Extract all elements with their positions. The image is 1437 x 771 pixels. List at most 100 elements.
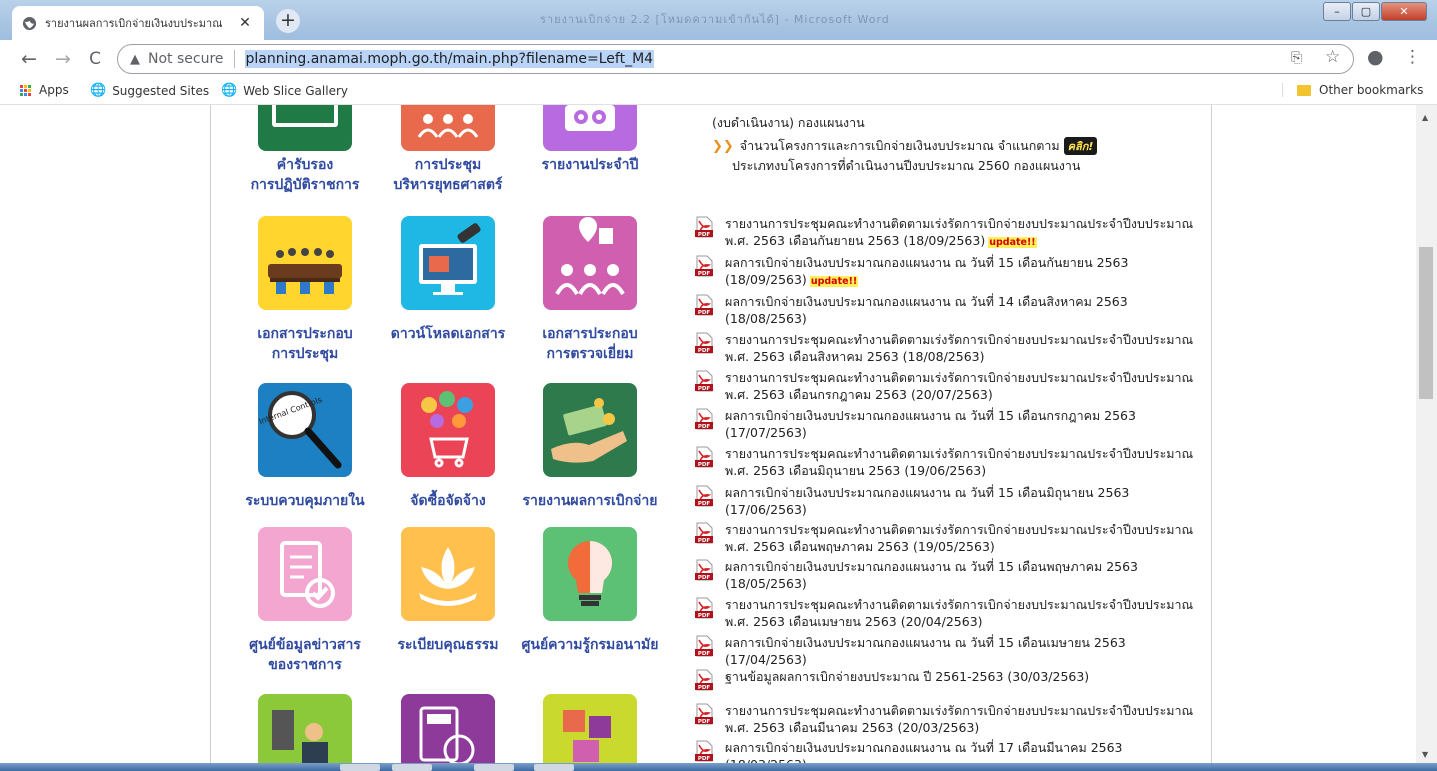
document-link[interactable]: ผลการเบิกจ่ายเงินงบประมาณกองแผนงาน ณ วัน… bbox=[725, 484, 1205, 518]
tile-information-center-label[interactable]: ศูนย์ข้อมูลข่าวสาร ของราชการ bbox=[230, 635, 380, 675]
bookmark-suggested-sites[interactable]: 🌐 Suggested Sites bbox=[90, 83, 209, 98]
document-date[interactable]: พ.ศ. 2563 เดือนกรกฎาคม 2563 (20/07/2563) bbox=[725, 387, 993, 402]
document-subline[interactable]: พ.ศ. 2563 เดือนมีนาคม 2563 (20/03/2563) bbox=[725, 719, 1205, 736]
pdf-icon[interactable]: PDF bbox=[694, 485, 714, 507]
document-date[interactable]: พ.ศ. 2563 เดือนสิงหาคม 2563 (18/08/2563) bbox=[725, 349, 984, 364]
tile-internal-control-label[interactable]: ระบบควบคุมภายใน bbox=[230, 491, 380, 511]
url-text[interactable]: planning.anamai.moph.go.th/main.php?file… bbox=[244, 50, 655, 68]
tile-knowledge-center[interactable] bbox=[543, 527, 637, 621]
security-label[interactable]: Not secure bbox=[148, 51, 224, 67]
document-date[interactable]: (18/08/2563) bbox=[725, 311, 807, 326]
document-title[interactable]: รายงานการประชุมคณะทำงานติดตามเร่งรัดการเ… bbox=[725, 702, 1205, 719]
document-link[interactable]: รายงานการประชุมคณะทำงานติดตามเร่งรัดการเ… bbox=[725, 331, 1205, 365]
document-title[interactable]: รายงานการประชุมคณะทำงานติดตามเร่งรัดการเ… bbox=[725, 331, 1205, 348]
back-button[interactable]: ← bbox=[18, 48, 40, 70]
taskbar-item[interactable] bbox=[534, 764, 574, 771]
warning-icon[interactable]: ▲ bbox=[130, 52, 140, 67]
document-subline[interactable]: พ.ศ. 2563 เดือนสิงหาคม 2563 (18/08/2563) bbox=[725, 348, 1205, 365]
document-link[interactable]: ผลการเบิกจ่ายเงินงบประมาณกองแผนงาน ณ วัน… bbox=[725, 634, 1205, 668]
tile-download-documents[interactable] bbox=[401, 216, 495, 310]
document-date[interactable]: (18/09/2563) bbox=[725, 272, 807, 287]
document-date[interactable]: พ.ศ. 2563 เดือนมีนาคม 2563 (20/03/2563) bbox=[725, 720, 979, 735]
tile-download-documents-label[interactable]: ดาวน์โหลดเอกสาร bbox=[373, 324, 523, 344]
document-subline[interactable]: พ.ศ. 2563 เดือนมิถุนายน 2563 (19/06/2563… bbox=[725, 462, 1205, 479]
tile-internal-control[interactable]: Internal Controls bbox=[258, 383, 352, 477]
document-date[interactable]: (18/05/2563) bbox=[725, 576, 807, 591]
tile-strategy-meeting[interactable] bbox=[401, 105, 495, 151]
document-date[interactable]: พ.ศ. 2563 เดือนพฤษภาคม 2563 (19/05/2563) bbox=[725, 539, 995, 554]
tile-ethics[interactable] bbox=[401, 527, 495, 621]
reload-button[interactable]: C bbox=[84, 48, 106, 70]
tab-active[interactable]: รายงานผลการเบิกจ่ายเงินงบประมาณ : ✕ bbox=[12, 6, 264, 40]
pdf-icon[interactable]: PDF bbox=[694, 559, 714, 581]
document-title[interactable]: ผลการเบิกจ่ายเงินงบประมาณกองแผนงาน ณ วัน… bbox=[725, 293, 1205, 310]
document-date[interactable]: พ.ศ. 2563 เดือนกันยายน 2563 (18/09/2563) bbox=[725, 233, 985, 248]
pdf-icon[interactable]: PDF bbox=[694, 446, 714, 468]
document-date[interactable]: พ.ศ. 2563 เดือนเมษายน 2563 (20/04/2563) bbox=[725, 614, 983, 629]
tile-procurement[interactable] bbox=[401, 383, 495, 477]
pdf-icon[interactable]: PDF bbox=[694, 370, 714, 392]
document-link[interactable]: ผลการเบิกจ่ายเงินงบประมาณกองแผนงาน ณ วัน… bbox=[725, 293, 1205, 327]
document-subline[interactable]: (17/04/2563) bbox=[725, 651, 1205, 668]
document-title[interactable]: ฐานข้อมูลผลการเบิกจ่ายงบประมาณ ปี 2561-2… bbox=[725, 668, 1205, 685]
tile-annual-report-label[interactable]: รายงานประจำปี bbox=[515, 155, 665, 175]
document-title[interactable]: รายงานการประชุมคณะทำงานติดตามเร่งรัดการเ… bbox=[725, 369, 1205, 386]
pdf-icon[interactable]: PDF bbox=[694, 597, 714, 619]
scroll-thumb[interactable] bbox=[1419, 247, 1433, 399]
tile-meeting-documents[interactable] bbox=[258, 216, 352, 310]
document-date[interactable]: (17/06/2563) bbox=[725, 502, 807, 517]
bookmark-web-slice-gallery[interactable]: 🌐 Web Slice Gallery bbox=[221, 83, 348, 98]
document-title[interactable]: ผลการเบิกจ่ายเงินงบประมาณกองแผนงาน ณ วัน… bbox=[725, 484, 1205, 501]
tile-performance-agreement-label[interactable]: คำรับรอง การปฏิบัติราชการ bbox=[230, 155, 380, 195]
document-link[interactable]: รายงานการประชุมคณะทำงานติดตามเร่งรัดการเ… bbox=[725, 215, 1205, 251]
document-title[interactable]: ผลการเบิกจ่ายเงินงบประมาณกองแผนงาน ณ วัน… bbox=[725, 407, 1205, 424]
tile-performance-agreement[interactable] bbox=[258, 105, 352, 151]
document-link[interactable]: ฐานข้อมูลผลการเบิกจ่ายงบประมาณ ปี 2561-2… bbox=[725, 668, 1205, 685]
pdf-icon[interactable]: PDF bbox=[694, 669, 714, 691]
tile-disbursement-report-label[interactable]: รายงานผลการเบิกจ่าย bbox=[509, 491, 671, 511]
document-link[interactable]: รายงานการประชุมคณะทำงานติดตามเร่งรัดการเ… bbox=[725, 369, 1205, 403]
document-subline[interactable]: (18/09/2563) update!! bbox=[725, 271, 1205, 290]
taskbar-item[interactable] bbox=[474, 764, 514, 771]
taskbar-item[interactable] bbox=[392, 764, 432, 771]
tile-knowledge-center-label[interactable]: ศูนย์ความรู้กรมอนามัย bbox=[509, 635, 671, 655]
document-title[interactable]: รายงานการประชุมคณะทำงานติดตามเร่งรัดการเ… bbox=[725, 445, 1205, 462]
document-subline[interactable]: (18/03/2563) bbox=[725, 756, 1205, 763]
tab-close-icon[interactable]: ✕ bbox=[236, 15, 254, 31]
document-subline[interactable]: (18/05/2563) bbox=[725, 575, 1205, 592]
document-link[interactable]: ผลการเบิกจ่ายเงินงบประมาณกองแผนงาน ณ วัน… bbox=[725, 254, 1205, 290]
document-subline[interactable]: (17/06/2563) bbox=[725, 501, 1205, 518]
scroll-down-icon[interactable]: ▼ bbox=[1422, 750, 1428, 759]
tile-teamwork[interactable] bbox=[543, 694, 637, 763]
address-bar[interactable]: ▲ Not secure planning.anamai.moph.go.th/… bbox=[117, 44, 1354, 74]
pdf-icon[interactable]: PDF bbox=[694, 740, 714, 762]
page-scrollbar[interactable]: ▲ ▼ bbox=[1416, 105, 1437, 763]
tile-office-work[interactable] bbox=[258, 694, 352, 763]
tile-information-center[interactable] bbox=[258, 527, 352, 621]
plan-line-1[interactable]: ❯❯ จำนวนโครงการและการเบิกจ่ายเงินงบประมาณ… bbox=[712, 136, 1098, 156]
document-link[interactable]: รายงานการประชุมคณะทำงานติดตามเร่งรัดการเ… bbox=[725, 702, 1205, 736]
document-title[interactable]: รายงานการประชุมคณะทำงานติดตามเร่งรัดการเ… bbox=[725, 596, 1205, 613]
document-title[interactable]: ผลการเบิกจ่ายเงินงบประมาณกองแผนงาน ณ วัน… bbox=[725, 739, 1205, 756]
document-subline[interactable]: (17/07/2563) bbox=[725, 424, 1205, 441]
document-link[interactable]: รายงานการประชุมคณะทำงานติดตามเร่งรัดการเ… bbox=[725, 521, 1205, 555]
maximize-button[interactable]: ▢ bbox=[1352, 2, 1380, 21]
tile-strategy-meeting-label[interactable]: การประชุม บริหารยุทธศาสตร์ bbox=[373, 155, 523, 195]
document-date[interactable]: (17/04/2563) bbox=[725, 652, 807, 667]
translate-icon[interactable]: ⎘ bbox=[1291, 50, 1302, 66]
document-subline[interactable]: พ.ศ. 2563 เดือนกันยายน 2563 (18/09/2563)… bbox=[725, 232, 1205, 251]
pdf-icon[interactable]: PDF bbox=[694, 332, 714, 354]
document-title[interactable]: ผลการเบิกจ่ายเงินงบประมาณกองแผนงาน ณ วัน… bbox=[725, 254, 1205, 271]
scroll-up-icon[interactable]: ▲ bbox=[1422, 113, 1428, 122]
tile-annual-report[interactable] bbox=[543, 105, 637, 151]
document-link[interactable]: รายงานการประชุมคณะทำงานติดตามเร่งรัดการเ… bbox=[725, 445, 1205, 479]
account-icon[interactable]: ● bbox=[1367, 46, 1384, 68]
document-link[interactable]: ผลการเบิกจ่ายเงินงบประมาณกองแผนงาน ณ วัน… bbox=[725, 407, 1205, 441]
tile-budget-calculator[interactable] bbox=[401, 694, 495, 763]
bookmark-apps[interactable]: Apps bbox=[20, 83, 69, 97]
star-icon[interactable]: ☆ bbox=[1325, 47, 1340, 67]
document-title[interactable]: ผลการเบิกจ่ายเงินงบประมาณกองแผนงาน ณ วัน… bbox=[725, 558, 1205, 575]
pdf-icon[interactable]: PDF bbox=[694, 703, 714, 725]
pdf-icon[interactable]: PDF bbox=[694, 255, 714, 277]
minimize-button[interactable]: – bbox=[1323, 2, 1351, 21]
